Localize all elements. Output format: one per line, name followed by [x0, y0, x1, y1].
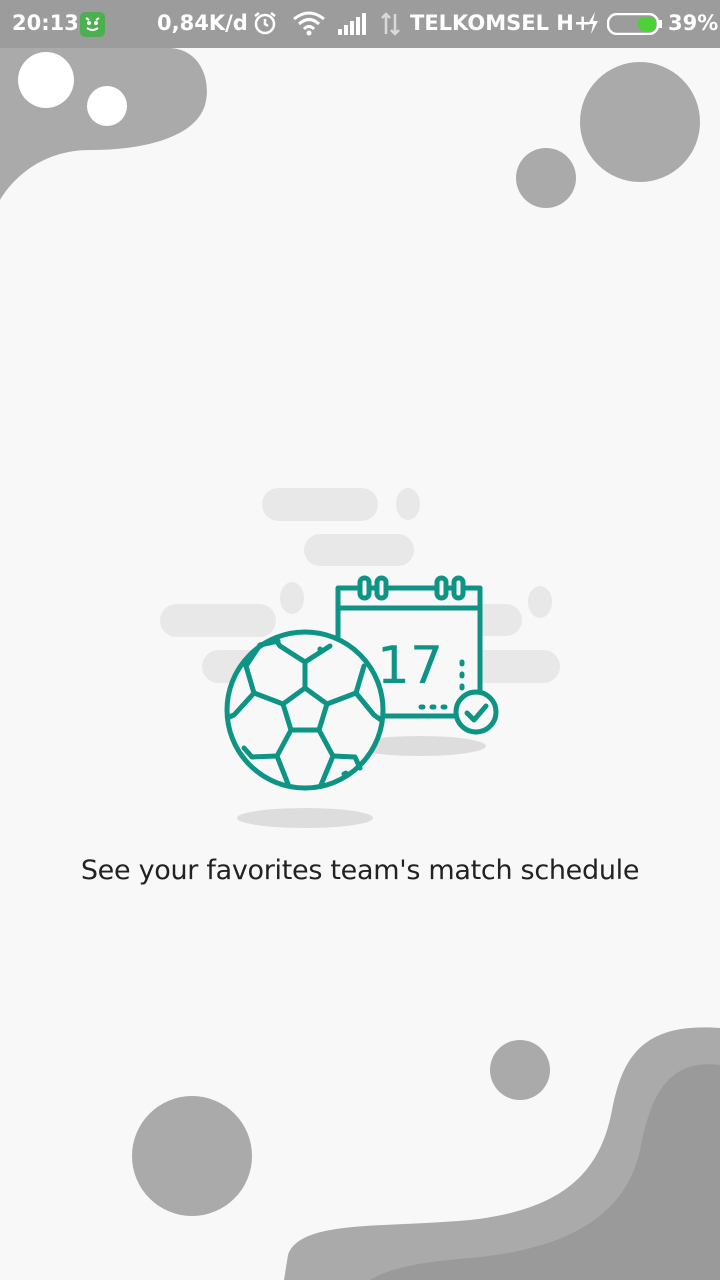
bottom-right-small-circle	[490, 1040, 550, 1100]
charging-icon	[586, 11, 600, 40]
bottom-left-circle	[132, 1096, 252, 1216]
onboarding-caption: See your favorites team's match schedule	[80, 855, 640, 886]
top-right-circle-large	[580, 62, 700, 182]
top-left-dot-large	[18, 52, 74, 108]
alarm-icon	[252, 10, 278, 41]
status-net-speed: 0,84K/d	[157, 11, 248, 35]
ball-shadow	[237, 808, 373, 828]
top-left-dot-small	[87, 86, 127, 126]
app-notification-icon	[80, 12, 105, 37]
wifi-icon	[292, 10, 326, 41]
top-right-circle-small	[516, 148, 576, 208]
status-carrier: TELKOMSEL H+	[410, 11, 592, 35]
splash-screen: 20:13 0,84K/d TELKOMSEL H+ 39% 17 See yo…	[0, 0, 720, 1280]
status-time: 20:13	[12, 11, 79, 35]
soccer-ball-icon	[224, 629, 386, 791]
status-bar: 20:13 0,84K/d TELKOMSEL H+ 39%	[0, 0, 720, 48]
check-icon	[453, 689, 499, 735]
status-battery-percent: 39%	[668, 11, 719, 35]
signal-icon	[338, 13, 368, 40]
battery-icon	[606, 12, 663, 40]
data-arrows-icon	[380, 12, 402, 41]
calendar-day: 17	[377, 636, 443, 696]
schedule-illustration: 17	[160, 488, 560, 828]
